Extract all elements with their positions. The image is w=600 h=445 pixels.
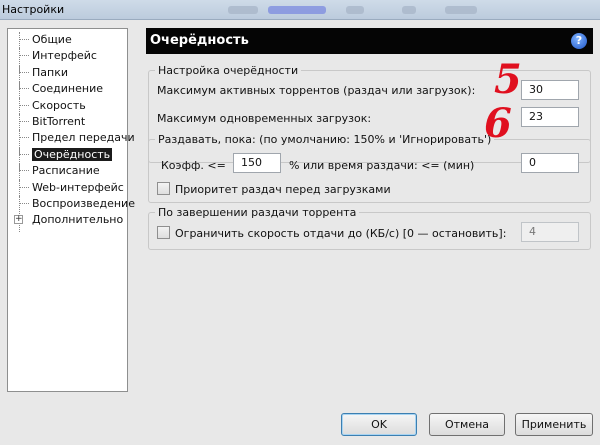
tree-item-label: Предел передачи [32,131,135,145]
group-legend: Настройка очерёдности [158,64,299,77]
blurred-title-text [268,6,326,14]
cancel-button[interactable]: Отмена [429,413,505,436]
tree-item-connection[interactable]: Соединение [8,81,127,97]
tree-branch [19,163,29,172]
priority-label: Приоритет раздач перед загрузками [175,183,391,196]
ratio-label: Коэфф. <= [161,159,226,172]
group-legend: Раздавать, пока: (по умолчанию: 150% и '… [158,133,492,146]
tree-branch [19,195,29,204]
tree-branch [19,48,29,57]
tree-item-speed[interactable]: Скорость [8,97,127,114]
max-active-label: Максимум активных торрентов (раздач или … [157,84,476,97]
tree-item-web-ui[interactable]: Web-интерфейс [8,179,127,196]
ok-button[interactable]: OK [341,413,417,436]
tree-branch [19,179,29,188]
help-icon[interactable]: ? [571,33,587,49]
group-legend: По завершении раздачи торрента [158,206,357,219]
tree-item-label: Интерфейс [32,49,97,63]
tree-branch [19,81,29,90]
tree-item-folders[interactable]: Папки [8,64,127,81]
expand-plus-icon[interactable]: + [14,215,23,225]
tree-item-label: Расписание [32,164,100,178]
tree-item-transfer-cap[interactable]: Предел передачи [8,130,135,146]
ratio-input[interactable]: 150 [233,153,281,173]
tree-branch [19,64,29,73]
tree-item-label: Соединение [32,82,104,96]
tree-item-label: Общие [32,33,72,46]
tree-item-playback[interactable]: Воспроизведение [8,195,135,212]
page-title: Очерёдность [150,33,249,48]
seed-time-input[interactable]: 0 [521,153,579,173]
blurred-title-text [228,6,258,14]
apply-button[interactable]: Применить [515,413,593,436]
window-title: Настройки [2,3,65,16]
limit-upload-checkbox[interactable] [157,226,170,239]
page-header: Очерёдность ? [146,28,593,54]
tree-item-bittorrent[interactable]: BitTorrent [8,113,127,130]
tree-item-interface[interactable]: Интерфейс [8,48,127,64]
tree-item-advanced[interactable]: + Дополнительно [8,212,127,228]
tree-item-label: Папки [32,65,68,79]
max-active-input[interactable]: 30 [521,80,579,100]
settings-category-tree[interactable]: Общие Интерфейс Папки Соединение Скорост… [7,28,135,392]
tree-item-scheduler[interactable]: Расписание [8,163,127,179]
annotation-5: 5 [494,56,522,103]
blurred-title-text [402,6,416,14]
limit-upload-input[interactable]: 4 [521,222,579,242]
tree-branch [19,32,29,40]
settings-page-queueing: Очерёдность ? Настройка очерёдности Макс… [146,28,593,392]
tree-item-label: BitTorrent [32,114,86,128]
tree-branch [19,97,29,106]
max-downloads-label: Максимум одновременных загрузок: [157,112,372,125]
tree-item-label: Очерёдность [32,147,113,161]
tree-branch [19,130,29,139]
blurred-title-text [346,6,364,14]
blurred-title-text [445,6,477,14]
tree-branch [19,113,29,122]
tree-item-label: Web-интерфейс [32,180,124,194]
seed-time-label: % или время раздачи: <= (мин) [289,159,475,172]
tree-item-label: Скорость [32,98,86,112]
tree-branch [19,146,29,155]
tree-item-label: Воспроизведение [32,196,135,210]
annotation-6: 6 [484,100,512,147]
priority-checkbox[interactable] [157,182,170,195]
tree-item-label: Дополнительно [32,213,124,227]
tree-item-general[interactable]: Общие [8,32,127,48]
limit-upload-label: Ограничить скорость отдачи до (КБ/с) [0 … [175,227,507,240]
tree-item-queueing[interactable]: Очерёдность [8,146,127,163]
window-title-bar: Настройки [0,0,600,20]
max-downloads-input[interactable]: 23 [521,107,579,127]
